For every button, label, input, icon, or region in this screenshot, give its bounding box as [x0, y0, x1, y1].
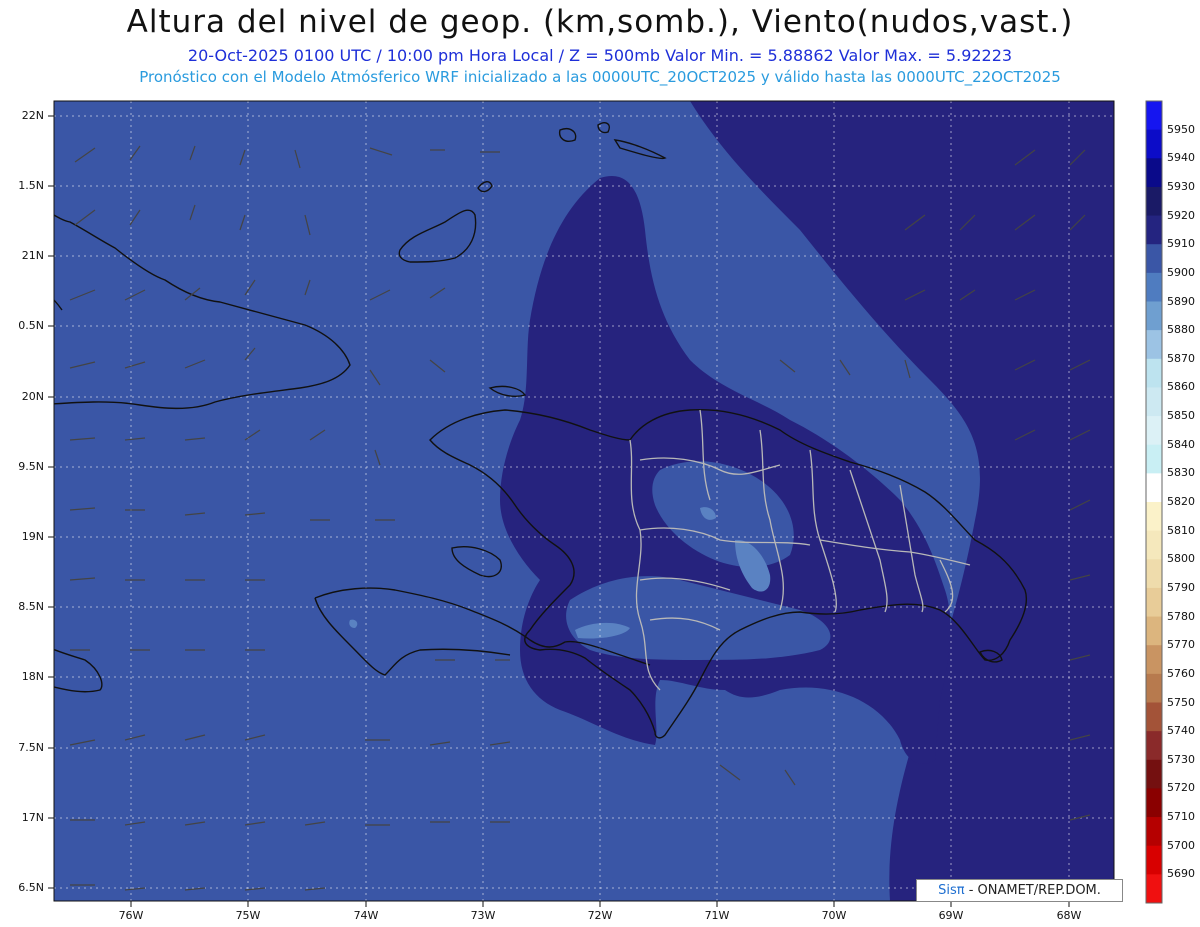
colorbar-level-label: 5850 — [1167, 409, 1195, 423]
colorbar-level-label: 5710 — [1167, 810, 1195, 824]
colorbar-level-label: 5810 — [1167, 523, 1195, 537]
colorbar-level-label: 5690 — [1167, 867, 1195, 881]
lon-label: 70W — [821, 909, 847, 922]
colorbar-level-label: 5950 — [1167, 122, 1195, 136]
lon-label: 75W — [235, 909, 261, 922]
colorbar-level-label: 5750 — [1167, 695, 1195, 709]
colorbar-level-label: 5800 — [1167, 552, 1195, 566]
colorbar-swatch — [1146, 330, 1162, 360]
colorbar-swatch — [1146, 817, 1162, 847]
colorbar-level-label: 5700 — [1167, 838, 1195, 852]
lon-label: 68W — [1056, 909, 1082, 922]
lat-label: 17N — [21, 811, 44, 824]
colorbar-swatch — [1146, 673, 1162, 703]
colorbar-swatch — [1146, 416, 1162, 446]
map-canvas — [48, 100, 1163, 907]
lat-label: 8.5N — [18, 600, 44, 613]
lat-label: 6.5N — [18, 881, 44, 894]
colorbar-swatch — [1146, 301, 1162, 331]
colorbar-swatch — [1146, 702, 1162, 732]
colorbar-level-label: 5780 — [1167, 609, 1195, 623]
colorbar-level-label: 5760 — [1167, 666, 1195, 680]
colorbar — [1145, 100, 1163, 904]
colorbar-level-label: 5940 — [1167, 151, 1195, 165]
colorbar-swatch — [1146, 731, 1162, 761]
colorbar-swatch — [1146, 186, 1162, 217]
lat-label: 21N — [21, 249, 44, 262]
colorbar-swatch — [1146, 587, 1162, 618]
lat-label: 7.5N — [18, 741, 44, 754]
colorbar-level-label: 5740 — [1167, 724, 1195, 738]
colorbar-swatch — [1146, 645, 1162, 675]
colorbar-level-label: 5890 — [1167, 294, 1195, 308]
credit-org: - ONAMET/REP.DOM. — [964, 883, 1101, 898]
lat-label: 18N — [21, 670, 44, 683]
lat-label: 20N — [21, 390, 44, 403]
credit-box: Sisπ - ONAMET/REP.DOM. — [916, 879, 1123, 902]
colorbar-level-label: 5770 — [1167, 638, 1195, 652]
lon-label: 69W — [938, 909, 964, 922]
lon-label: 72W — [587, 909, 613, 922]
colorbar-swatch — [1146, 845, 1162, 875]
colorbar-level-label: 5730 — [1167, 752, 1195, 766]
colorbar-swatch — [1146, 244, 1162, 274]
colorbar-swatch — [1146, 358, 1162, 388]
colorbar-level-label: 5840 — [1167, 437, 1195, 451]
colorbar-swatch — [1146, 215, 1162, 245]
lat-label: 19N — [21, 530, 44, 543]
colorbar-swatch — [1146, 788, 1162, 818]
colorbar-level-label: 5910 — [1167, 237, 1195, 251]
lat-label: 0.5N — [18, 319, 44, 332]
credit-logo-text: Sisπ — [938, 883, 965, 898]
colorbar-level-label: 5930 — [1167, 179, 1195, 193]
lat-label: 22N — [21, 109, 44, 122]
colorbar-level-label: 5880 — [1167, 323, 1195, 337]
colorbar-swatch — [1146, 530, 1162, 560]
colorbar-swatch — [1146, 101, 1162, 131]
colorbar-level-label: 5860 — [1167, 380, 1195, 394]
colorbar-swatch — [1146, 387, 1162, 417]
colorbar-level-label: 5870 — [1167, 351, 1195, 365]
colorbar-swatch — [1146, 444, 1162, 474]
lat-label: 9.5N — [18, 460, 44, 473]
colorbar-swatch — [1146, 559, 1162, 589]
lon-label: 74W — [353, 909, 379, 922]
colorbar-level-label: 5790 — [1167, 580, 1195, 594]
colorbar-level-label: 5920 — [1167, 208, 1195, 222]
colorbar-swatch — [1146, 473, 1162, 503]
colorbar-swatch — [1146, 272, 1162, 302]
colorbar-swatch — [1146, 759, 1162, 789]
lon-label: 76W — [118, 909, 144, 922]
colorbar-level-label: 5900 — [1167, 265, 1195, 279]
colorbar-level-label: 5830 — [1167, 466, 1195, 480]
lat-label: 1.5N — [18, 179, 44, 192]
colorbar-swatch — [1146, 129, 1162, 159]
lon-label: 71W — [704, 909, 730, 922]
lon-label: 73W — [470, 909, 496, 922]
colorbar-swatch — [1146, 158, 1162, 188]
colorbar-level-label: 5820 — [1167, 495, 1195, 508]
colorbar-swatch — [1146, 616, 1162, 646]
colorbar-swatch — [1146, 502, 1162, 532]
colorbar-level-label: 5720 — [1167, 781, 1195, 795]
colorbar-swatch — [1146, 874, 1162, 904]
